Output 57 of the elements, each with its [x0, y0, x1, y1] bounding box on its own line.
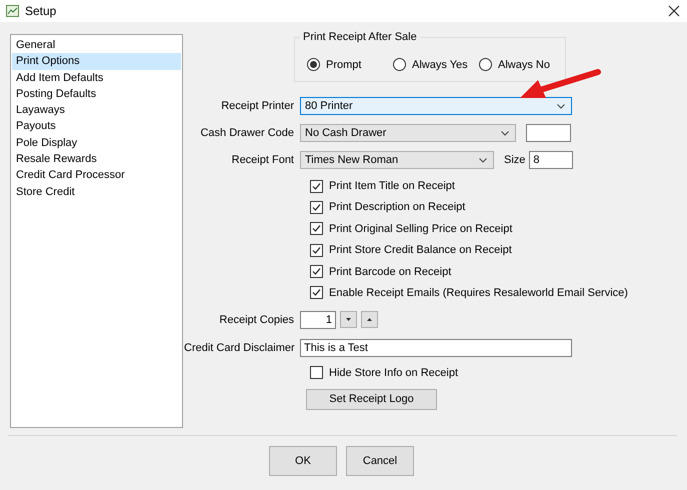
radio-label: Always No — [498, 58, 550, 70]
checkbox-label: Print Barcode on Receipt — [329, 266, 452, 278]
radio-label: Always Yes — [412, 58, 468, 70]
field-label: Cash Drawer Code — [199, 127, 295, 139]
font-dropdown[interactable]: Times New Roman — [300, 151, 494, 169]
caret-up-icon — [367, 318, 372, 322]
size-label: Size — [504, 154, 526, 166]
sidebar-item[interactable]: Layaways — [12, 102, 181, 118]
checkbox-label: Print Store Credit Balance on Receipt — [329, 244, 512, 256]
copies-field[interactable]: 1 — [300, 310, 336, 329]
app-icon — [6, 5, 19, 17]
caret-down-icon — [346, 318, 351, 322]
sidebar-item[interactable]: Pole Display — [12, 134, 181, 152]
checkbox-label: Print Original Selling Price on Receipt — [329, 222, 512, 235]
radio-button[interactable] — [307, 58, 320, 71]
radio-button[interactable] — [479, 58, 492, 71]
sidebar-item[interactable]: General — [12, 37, 181, 54]
sidebar-item[interactable]: Credit Card Processor — [12, 167, 181, 184]
chevron-down-icon — [557, 104, 565, 108]
decrement-button[interactable] — [340, 311, 357, 328]
group-title: Print Receipt After Sale — [300, 31, 420, 43]
disclaimer-field[interactable]: This is a Test — [300, 338, 572, 357]
input-field[interactable] — [526, 124, 571, 142]
dialog-button[interactable]: OK — [269, 446, 337, 476]
checkbox[interactable] — [310, 244, 323, 257]
sidebar-item[interactable]: Print Options — [12, 53, 181, 70]
chevron-down-icon — [501, 130, 509, 136]
field-label: Receipt Font — [230, 154, 295, 166]
field-label: Receipt Copies — [218, 314, 295, 326]
checkbox[interactable] — [310, 366, 323, 380]
sidebar-item[interactable]: Store Credit — [12, 184, 181, 200]
field-label: Receipt Printer — [220, 100, 295, 112]
checkbox[interactable] — [310, 180, 323, 192]
sidebar-item[interactable]: Resale Rewards — [12, 151, 181, 168]
checkbox-label: Print Description on Receipt — [329, 201, 466, 214]
radio-button[interactable] — [393, 58, 406, 71]
checkbox[interactable] — [310, 286, 323, 300]
checkbox[interactable] — [310, 200, 323, 214]
checkbox-label: Hide Store Info on Receipt — [329, 366, 458, 379]
increment-button[interactable] — [361, 311, 378, 328]
sidebar-item[interactable]: Posting Defaults — [12, 86, 181, 102]
chevron-down-icon — [479, 158, 487, 162]
checkbox-label: Enable Receipt Emails (Requires Resaleworld Email Service) — [329, 286, 628, 299]
checkbox[interactable] — [310, 265, 323, 278]
radio-label: Prompt — [326, 58, 362, 70]
sidebar-item[interactable]: Payouts — [12, 118, 181, 135]
checkbox-label: Print Item Title on Receipt — [329, 180, 455, 192]
checkbox[interactable] — [310, 222, 323, 236]
cash-drawer-dropdown[interactable]: No Cash Drawer — [300, 124, 516, 142]
window-title: Setup — [25, 4, 58, 18]
dialog-button[interactable]: Cancel — [346, 446, 414, 476]
sidebar-item[interactable]: Add Item Defaults — [12, 70, 181, 86]
size-field[interactable]: 8 — [529, 151, 574, 169]
set-logo-button[interactable]: Set Receipt Logo — [306, 388, 437, 410]
field-label: Credit Card Disclaimer — [184, 342, 296, 354]
close-button[interactable] — [667, 4, 681, 18]
printer-dropdown[interactable]: 80 Printer — [300, 97, 572, 115]
